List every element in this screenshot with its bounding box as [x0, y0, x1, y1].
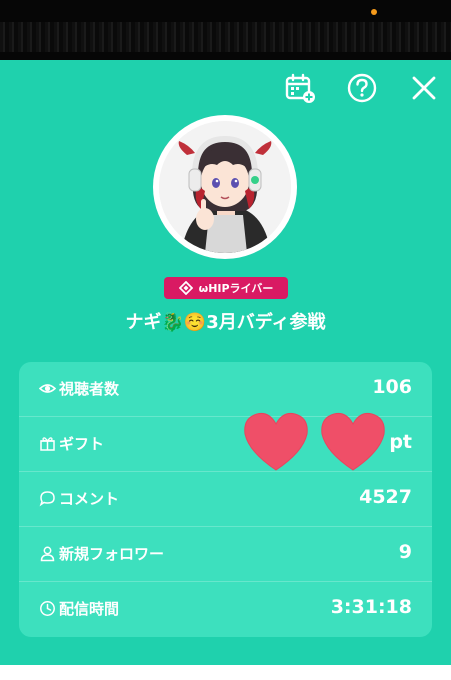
stat-row-new-followers: 新規フォロワー 9 [19, 527, 432, 582]
liver-badge: ωHIPライバー [164, 277, 288, 299]
stat-value: 4527 [359, 486, 412, 508]
clock-icon [39, 600, 56, 617]
gift-icon [39, 435, 56, 452]
person-icon [39, 545, 56, 562]
calendar-add-icon[interactable] [282, 70, 318, 106]
stat-label: コメント [59, 490, 120, 508]
help-question-icon[interactable] [344, 70, 380, 106]
avatar[interactable] [153, 115, 297, 259]
stat-label: 新規フォロワー [59, 545, 165, 563]
bottom-area [0, 665, 451, 680]
streamer-name: ナギ🐉☺️3月バディ参戦 [125, 312, 326, 333]
eye-icon [39, 380, 56, 397]
stat-label: ギフト [59, 435, 105, 453]
status-bar-blur [0, 22, 451, 52]
heart-sticker [244, 413, 308, 471]
stat-value: 9 [398, 541, 412, 563]
close-icon[interactable] [406, 70, 442, 106]
stat-row-stream-time: 配信時間 3:31:18 [19, 582, 432, 636]
stat-value: 106 [372, 376, 412, 398]
badge-label: ωHIPライバー [198, 282, 274, 295]
stat-label: 配信時間 [59, 600, 120, 618]
heart-sticker [321, 413, 385, 471]
stat-value: pt [389, 431, 412, 453]
status-bar [0, 0, 451, 60]
comment-icon [39, 490, 56, 507]
recording-indicator-dot [371, 9, 377, 15]
stat-value: 3:31:18 [330, 596, 412, 618]
diamond-logo-icon [178, 281, 193, 295]
streamer-avatar-illustration [159, 121, 291, 253]
stat-label: 視聴者数 [59, 380, 120, 398]
stream-stats-card: 視聴者数 106 ギフト pt コメント 4527 新規フォロワー 9 配信時間… [19, 362, 432, 637]
stat-row-comments: コメント 4527 [19, 472, 432, 527]
